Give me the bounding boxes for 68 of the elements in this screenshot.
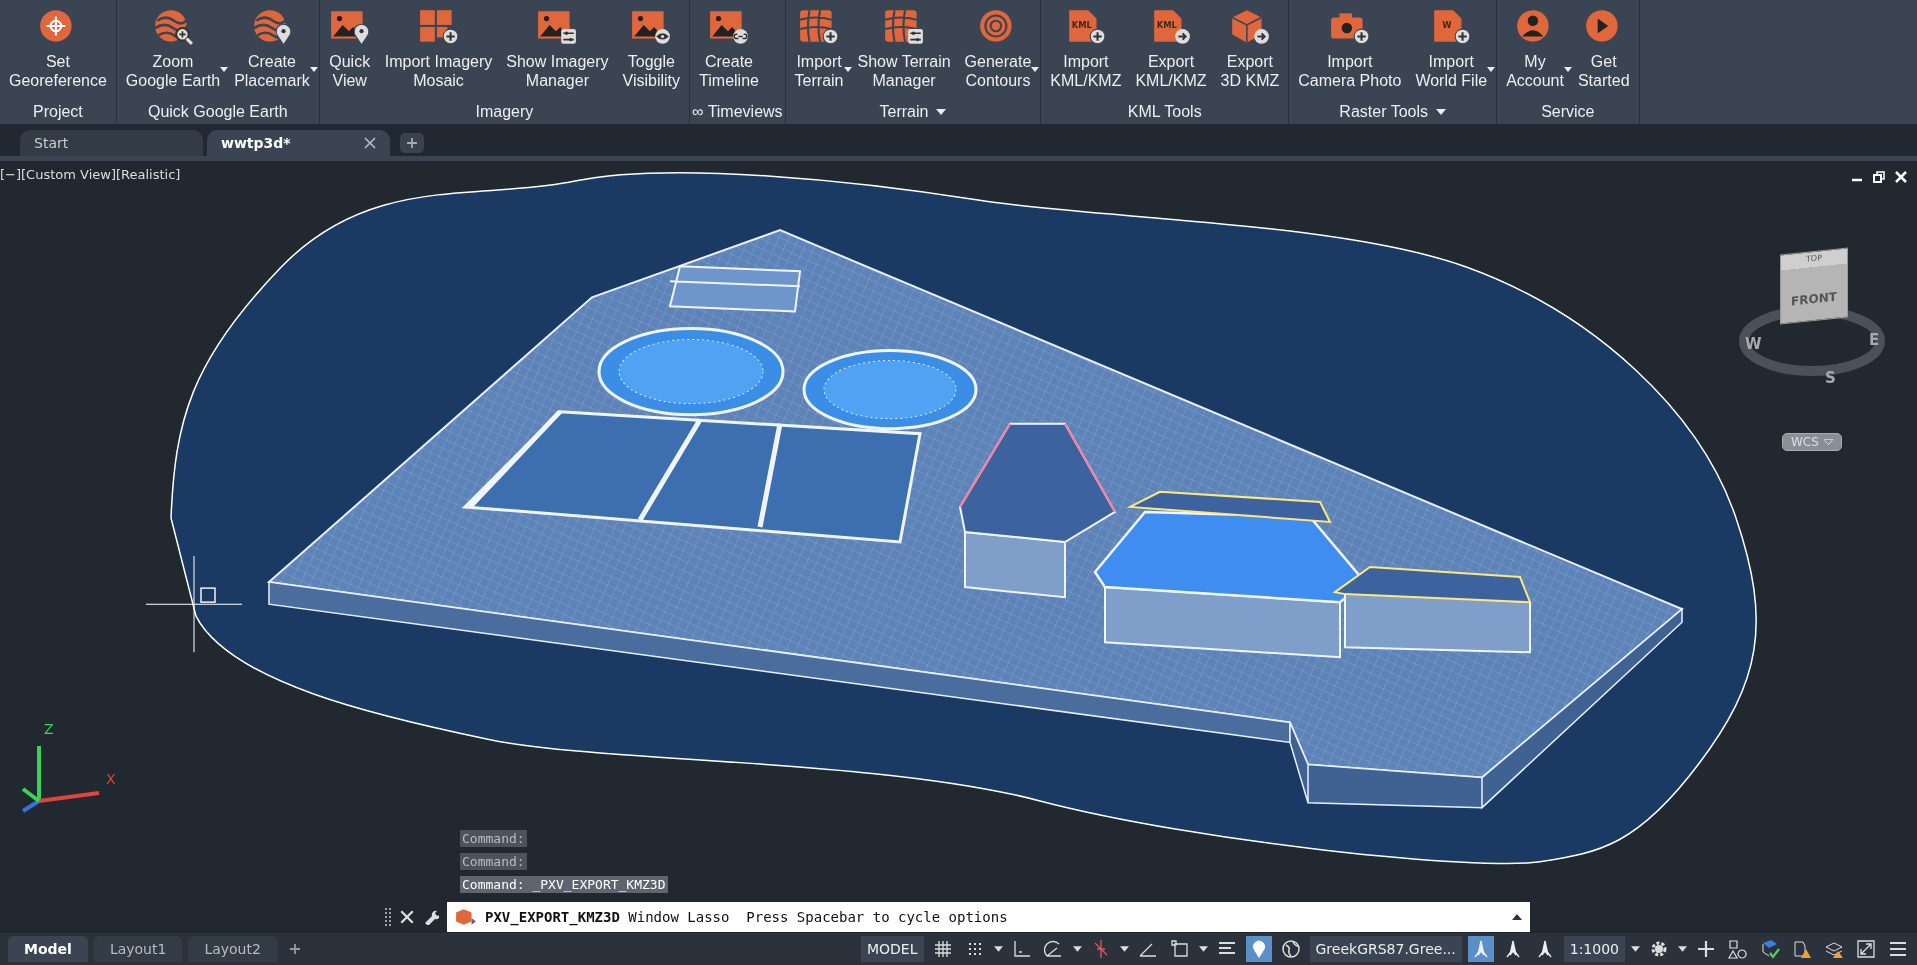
ribbon-button[interactable]: Quick View (321, 6, 378, 92)
caret-icon[interactable] (1678, 946, 1687, 952)
panel-label: Imagery (474, 102, 535, 122)
image-icon (630, 8, 673, 46)
image-icon (328, 8, 371, 46)
restore-icon[interactable] (1873, 171, 1885, 183)
status-button[interactable]: 1:1000 (1563, 936, 1625, 962)
caret-icon[interactable] (1119, 946, 1129, 952)
ribbon-button[interactable]: Import Terrain (787, 6, 851, 92)
ribbon-button[interactable]: Export 3D KMZ (1213, 6, 1287, 92)
status-button[interactable]: GreekGRS87.Gree... (1309, 936, 1462, 962)
ribbon-button[interactable]: My Account (1499, 6, 1571, 92)
file-tab[interactable]: Start (20, 130, 203, 156)
file-tab[interactable]: wwtp3d* (207, 130, 390, 156)
ribbon-button[interactable]: KML Export KML/KMZ (1128, 6, 1214, 92)
ribbon-button[interactable]: W Import World File (1408, 6, 1495, 92)
caret-icon[interactable] (1072, 946, 1082, 952)
grip-icon[interactable] (385, 907, 391, 927)
ribbon-button[interactable]: Set Georeference (2, 6, 114, 92)
ribbon-button[interactable]: Show Imagery Manager (499, 6, 616, 92)
command-input[interactable]: PXV_EXPORT_KMZ3D Window Lasso Press Spacebar to cycle options (447, 902, 1530, 932)
terrain-icon (883, 8, 926, 46)
caret-icon[interactable] (1631, 946, 1640, 952)
annotation-icon[interactable] (1467, 936, 1494, 962)
panel-menu[interactable]: Terrain (787, 100, 1039, 124)
terrain-icon (798, 8, 841, 46)
pin-icon[interactable] (1245, 936, 1272, 962)
grid-icon (417, 8, 460, 46)
axis-label: Z (44, 721, 54, 737)
globe-icon (152, 8, 194, 46)
viewport-control[interactable]: [Custom View] (21, 167, 116, 182)
ribbon-button[interactable]: Show Terrain Manager (850, 6, 958, 92)
close-icon[interactable] (399, 909, 415, 925)
image-icon (708, 8, 750, 46)
ribbon-button[interactable]: Create Placemark (227, 6, 317, 92)
ribbon-button[interactable]: Toggle Visibility (615, 6, 688, 92)
panel-label: Quick Google Earth (146, 102, 289, 122)
caret-icon[interactable] (1198, 946, 1208, 952)
wrench-icon[interactable] (423, 909, 439, 925)
image-icon (536, 8, 579, 46)
panel-label: KML Tools (1126, 102, 1203, 122)
caret-up-icon[interactable] (1512, 914, 1522, 920)
panel-label: Service (1540, 102, 1596, 122)
ribbon-button[interactable]: Create Timeline (692, 6, 766, 92)
layout-tab[interactable]: Layout2 (188, 936, 277, 962)
compass-label[interactable]: S (1825, 369, 1836, 387)
ribbon-button[interactable]: KML Import KML/KMZ (1043, 6, 1129, 92)
ribbon-button[interactable]: Import Imagery Mosaic (377, 6, 500, 92)
ribbon-button[interactable]: Zoom Google Earth (118, 6, 228, 92)
status-button[interactable]: MODEL (860, 936, 924, 962)
new-tab-icon[interactable] (400, 133, 424, 153)
view-cube[interactable]: TOP FRONT (1780, 247, 1848, 325)
compass-label[interactable]: W (1745, 335, 1762, 353)
add-layout-icon[interactable] (288, 943, 301, 955)
caret-icon[interactable] (993, 946, 1003, 952)
panel-label: Project (32, 102, 84, 122)
ribbon-button[interactable]: Generate Contours (957, 6, 1039, 92)
layout-tab[interactable]: Layout1 (93, 936, 183, 962)
panel-menu[interactable]: Raster Tools (1291, 100, 1495, 124)
viewport-control[interactable]: [−] (0, 167, 22, 182)
ribbon-button[interactable]: Get Started (1570, 6, 1637, 92)
viewport-control[interactable]: [Realistic] (116, 167, 181, 182)
compass-label[interactable]: E (1869, 331, 1880, 349)
axis-label: X (106, 771, 116, 787)
ribbon-button[interactable]: Import Camera Photo (1291, 6, 1409, 92)
cube-icon[interactable] (455, 908, 477, 926)
panel-label: ∞ Timeviews (692, 102, 783, 122)
layout-tab[interactable]: Model (8, 936, 88, 962)
